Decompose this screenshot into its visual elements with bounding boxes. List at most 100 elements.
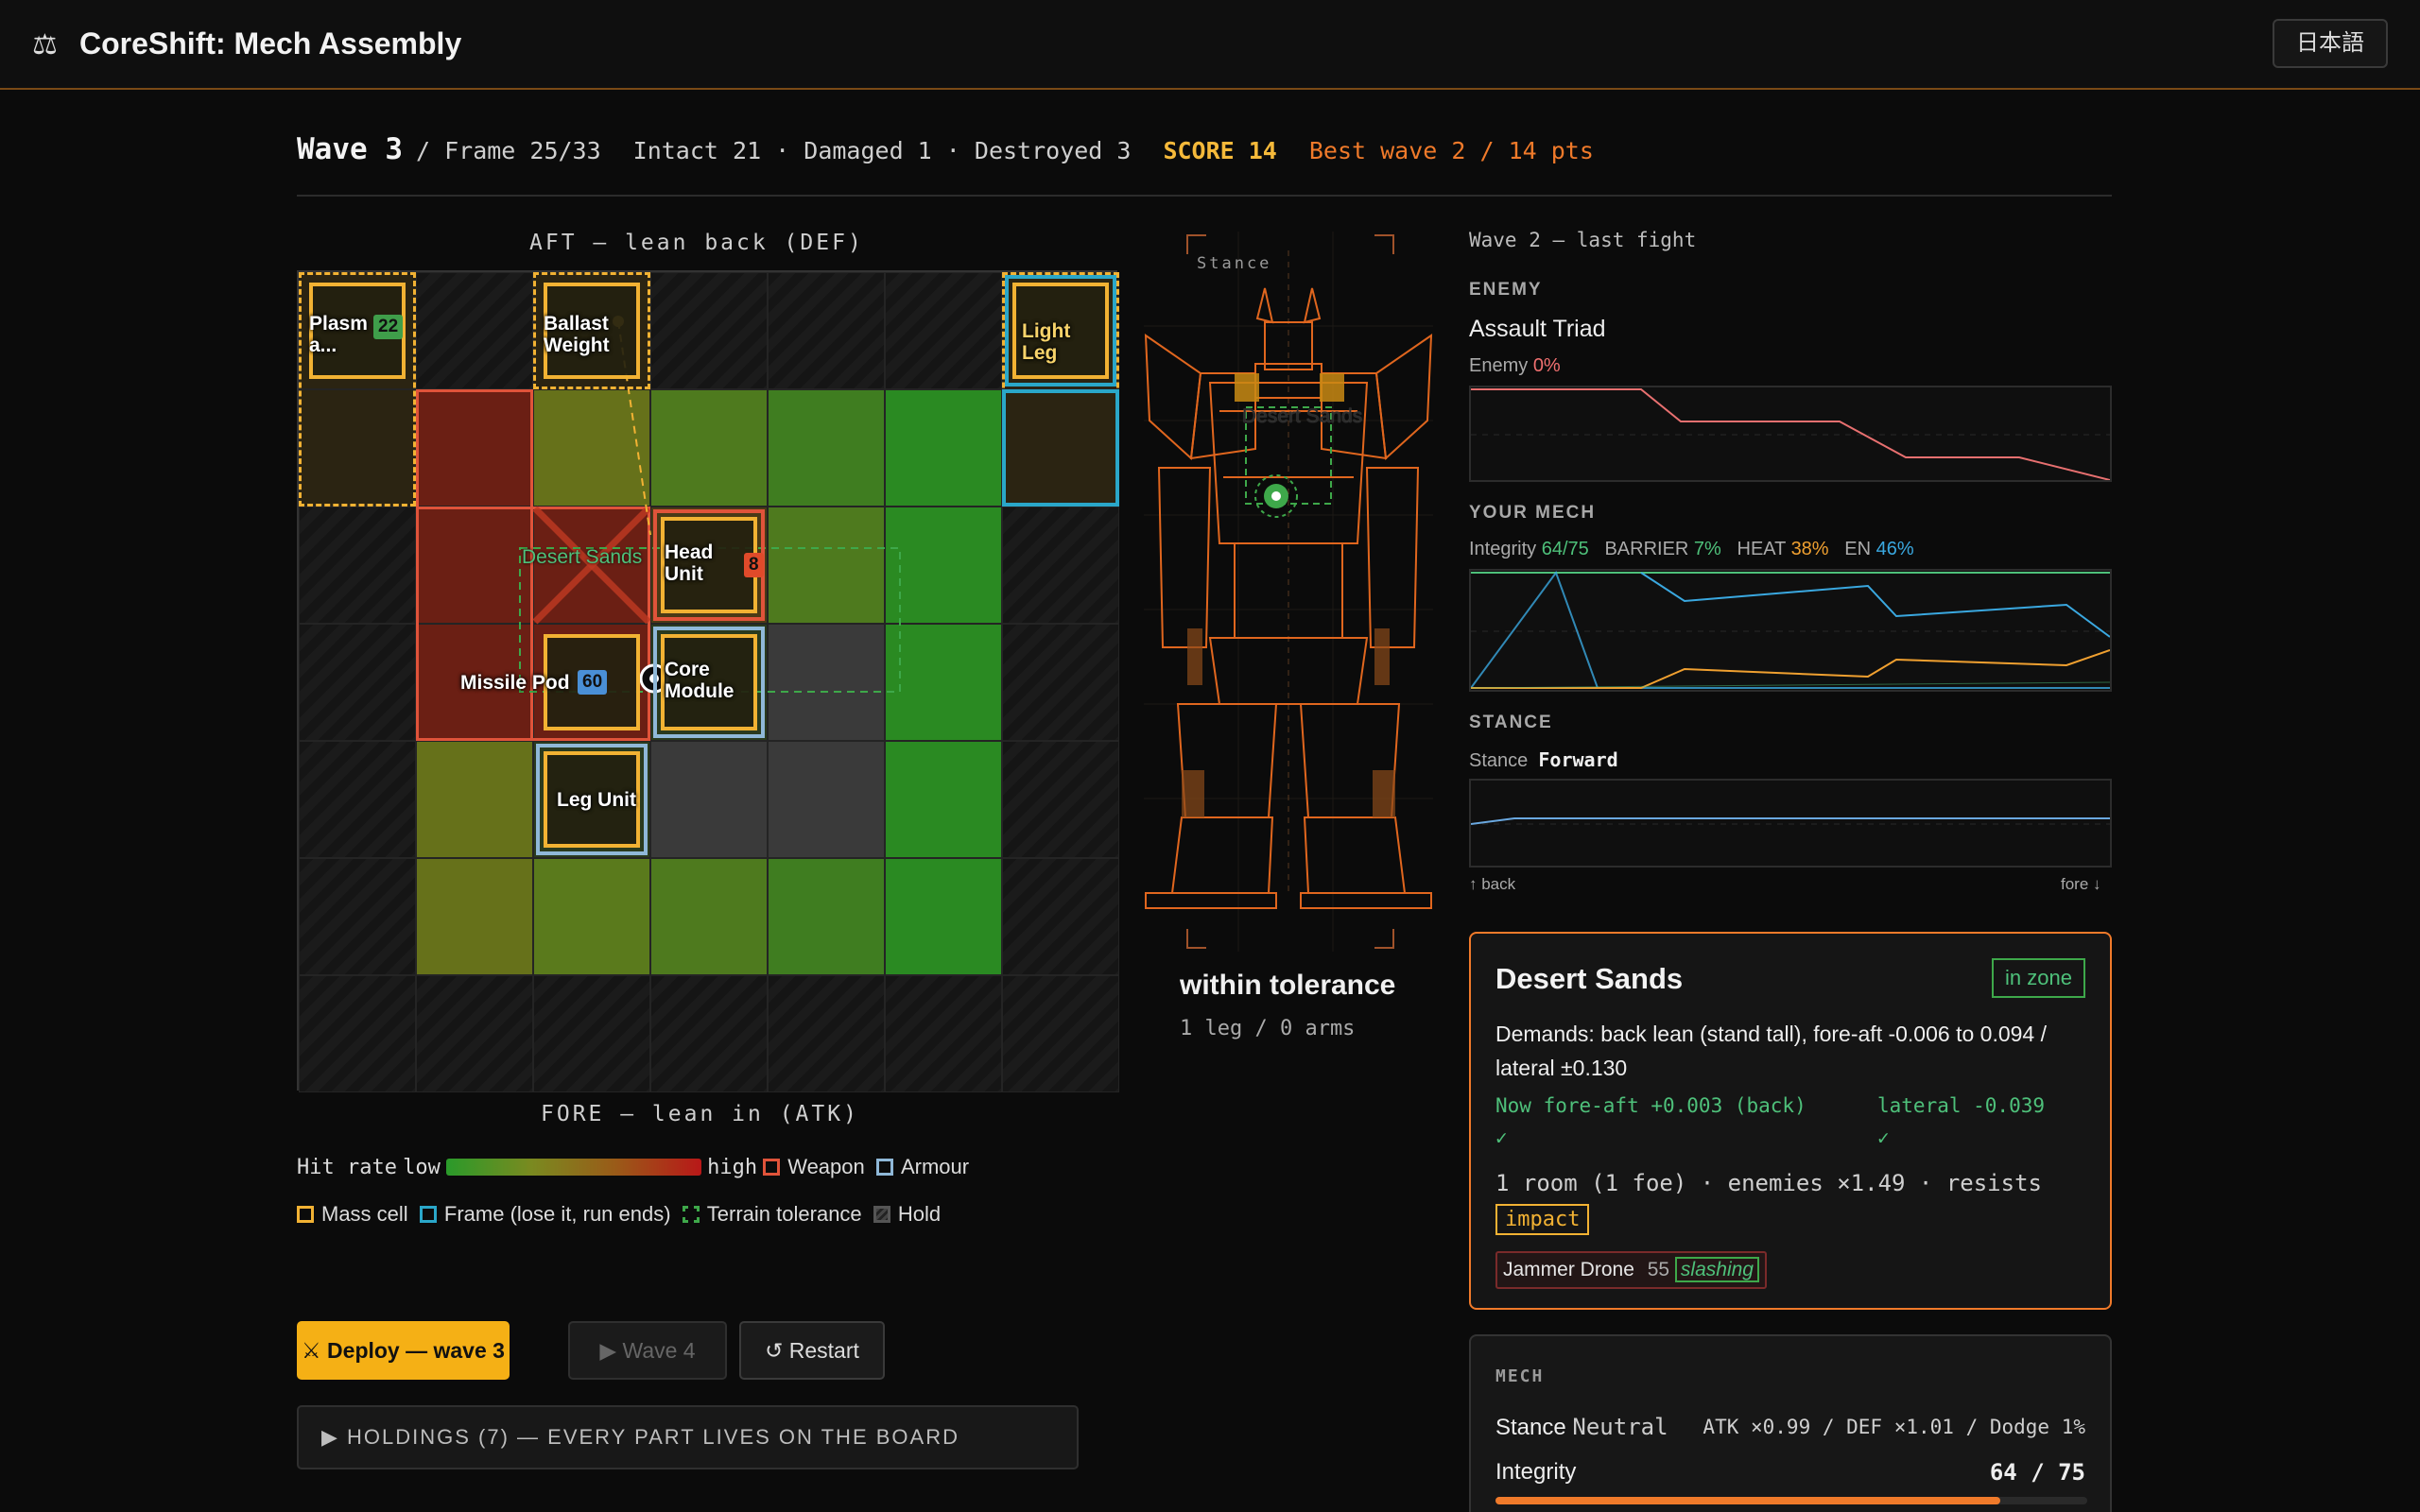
room-info: 1 room (1 foe) · enemies ×1.49 · resists	[1495, 1170, 2042, 1196]
terrain-swatch	[682, 1206, 700, 1223]
stance-caption: Stance	[1197, 254, 1272, 273]
barrier-label: BARRIER	[1604, 539, 1689, 559]
deploy-button[interactable]: ⚔ Deploy — wave 3	[297, 1321, 510, 1380]
part-value-badge: 60	[578, 670, 608, 695]
mass-cell-swatch	[297, 1206, 314, 1223]
stance-fore-label: fore ↓	[2061, 875, 2101, 893]
enemy-heading: ENEMY	[1469, 280, 1543, 300]
terrain-card: Desert Sands in zone Demands: back lean …	[1469, 932, 2112, 1310]
part-label: Missile Pod	[460, 672, 570, 694]
mech-terrain-label: Desert Sands	[1242, 405, 1363, 427]
restart-button[interactable]: ↺ Restart	[739, 1321, 885, 1380]
part-label: Leg Unit	[557, 789, 636, 811]
language-button[interactable]: 日本語	[2273, 19, 2388, 68]
fore-aft-reading: Now fore-aft +0.003 (back)	[1495, 1094, 1806, 1117]
wave-number: Wave 3	[297, 132, 403, 166]
mech-stance-label: Stance	[1495, 1415, 1566, 1440]
board-bottom-label: FORE — lean in (ATK)	[541, 1102, 859, 1126]
mech-preview: Stance Desert Sands	[1144, 232, 1433, 952]
legend-row-2: Mass cell Frame (lose it, run ends) Terr…	[297, 1202, 941, 1227]
stance-value: Forward	[1538, 748, 1618, 771]
hold-swatch	[873, 1206, 890, 1223]
score: SCORE 14	[1163, 137, 1277, 164]
weapon-swatch	[763, 1159, 781, 1176]
frame-cell-outline	[1002, 389, 1119, 507]
part-light-leg[interactable]: Light Leg	[1005, 275, 1116, 387]
frame-counter: / Frame 25/33	[415, 137, 601, 164]
best-wave: Best wave 2 / 14 pts	[1308, 137, 1594, 164]
terrain-zone-label: Desert Sands	[522, 546, 643, 568]
barrier-value: 7%	[1693, 539, 1721, 559]
enemy-hp-line	[1471, 388, 2111, 481]
foe-chip[interactable]: Jammer Drone 55 slashing	[1495, 1251, 1767, 1289]
stance-modifiers: ATK ×0.99 / DEF ×1.01 / Dodge 1%	[1703, 1416, 2085, 1438]
heat-value: 38%	[1790, 539, 1829, 559]
stance-line: Stance Forward	[1469, 748, 1618, 772]
legend-row-1: Hit rate low high Weapon Armour	[297, 1155, 969, 1179]
part-leg-unit[interactable]: Leg Unit	[536, 744, 648, 855]
board-top-label: AFT — lean back (DEF)	[529, 231, 864, 255]
legend-mass-cell: Mass cell	[321, 1202, 408, 1226]
part-label: Head Unit	[665, 541, 714, 585]
heat-label: HEAT	[1737, 539, 1787, 559]
part-ballast-weight[interactable]: Ballast Weight	[544, 283, 640, 379]
enemy-label: Enemy	[1469, 355, 1529, 376]
hit-rate-gradient	[445, 1159, 701, 1176]
energy-label: EN	[1844, 539, 1872, 559]
part-value-badge: 8	[744, 553, 764, 577]
terrain-title: Desert Sands	[1495, 962, 1684, 995]
armour-swatch	[875, 1159, 893, 1176]
integrity-value: 64/75	[1541, 539, 1589, 559]
lateral-check-icon: ✓	[1877, 1126, 1890, 1149]
assembly-board[interactable]: Desert Sands Plasm a... 22 Ballast Weigh…	[297, 270, 1119, 1092]
energy-value: 46%	[1876, 539, 1914, 559]
legend-low: low	[403, 1156, 441, 1179]
stance-heading: STANCE	[1469, 713, 1553, 732]
mech-integrity-label: Integrity	[1495, 1459, 1577, 1485]
last-fight-title: Wave 2 — last fight	[1469, 229, 1697, 251]
part-head-unit[interactable]: Head Unit 8	[653, 509, 765, 621]
resist-badge: impact	[1495, 1204, 1590, 1235]
mech-stance-value: Neutral	[1572, 1414, 1668, 1440]
foe-hp: 55	[1647, 1259, 1670, 1280]
stance-back-label: ↑ back	[1469, 875, 1516, 893]
legend-high: high	[707, 1156, 758, 1179]
mech-card: MECH Stance Neutral ATK ×0.99 / DEF ×1.0…	[1469, 1334, 2112, 1512]
lateral-reading: lateral -0.039	[1877, 1094, 2046, 1117]
mech-stance-line: Stance Neutral	[1495, 1414, 1668, 1441]
status-bar: Wave 3 / Frame 25/33 Intact 21 · Damaged 1…	[297, 132, 1607, 170]
tolerance-status: within tolerance	[1180, 970, 1396, 1001]
next-wave-button[interactable]: ▶ Wave 4	[568, 1321, 727, 1380]
limb-count: 1 leg / 0 arms	[1180, 1017, 1356, 1040]
enemy-stat: Enemy 0%	[1469, 355, 1561, 377]
status-divider	[297, 195, 2112, 197]
part-plasma[interactable]: Plasm a... 22	[309, 283, 406, 379]
mech-stats-chart	[1469, 569, 2112, 692]
part-value-badge: 22	[373, 315, 404, 339]
part-core-module[interactable]: Core Module	[653, 627, 765, 738]
integrity-bar-fill	[1495, 1497, 2000, 1504]
enemy-value: 0%	[1532, 355, 1561, 376]
enemy-name: Assault Triad	[1469, 316, 1606, 342]
scales-icon: ⚖	[32, 29, 58, 60]
mech-stats-lines	[1470, 570, 2111, 689]
stance-label: Stance	[1469, 750, 1529, 771]
terrain-demands: Demands: back lean (stand tall), fore-af…	[1495, 1022, 2047, 1080]
integrity-label: Integrity	[1469, 539, 1537, 559]
legend-hold: Hold	[897, 1202, 942, 1226]
app-header: ⚖ CoreShift: Mech Assembly 日本語	[0, 0, 2420, 90]
stance-line-plot	[1470, 817, 2110, 825]
part-label: Plasm a...	[309, 313, 368, 356]
foe-damage-type: slashing	[1674, 1257, 1759, 1282]
parts-counts: Intact 21 · Damaged 1 · Destroyed 3	[632, 137, 1132, 164]
holdings-toggle[interactable]: ▶ HOLDINGS (7) — EVERY PART LIVES ON THE…	[297, 1405, 1079, 1469]
legend-weapon: Weapon	[787, 1155, 865, 1178]
in-zone-badge: in zone	[1992, 958, 2085, 998]
integrity-bar	[1495, 1497, 2087, 1504]
part-label: Ballast Weight	[544, 313, 610, 356]
frame-swatch	[419, 1206, 437, 1223]
part-label: Light Leg	[1022, 320, 1071, 364]
part-label: Core Module	[665, 659, 735, 702]
part-missile-pod[interactable]: Missile Pod 60	[460, 634, 640, 730]
fore-aft-check-icon: ✓	[1495, 1126, 1508, 1149]
